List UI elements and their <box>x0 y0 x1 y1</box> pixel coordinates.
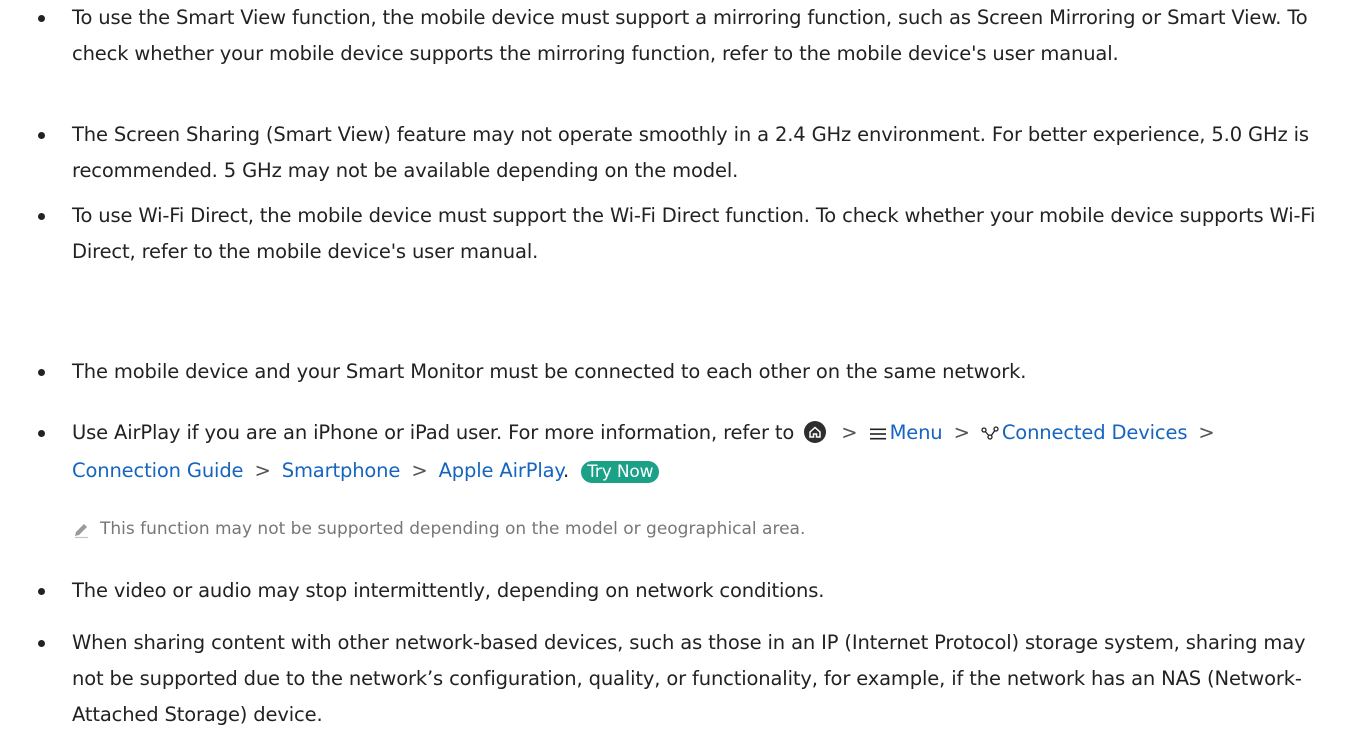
link-apple-airplay[interactable]: Apple AirPlay <box>439 459 564 482</box>
bullet-airplay: Use AirPlay if you are an iPhone or iPad… <box>38 415 1332 489</box>
try-now-button[interactable]: Try Now <box>581 461 660 483</box>
link-menu[interactable]: Menu <box>890 421 943 444</box>
bullet-video-audio-stop: The video or audio may stop intermittent… <box>38 573 1332 609</box>
link-connection-guide[interactable]: Connection Guide <box>72 459 244 482</box>
link-smartphone[interactable]: Smartphone <box>282 459 401 482</box>
document-page: To use the Smart View function, the mobi… <box>0 0 1349 749</box>
bullet-smart-view-mirroring: To use the Smart View function, the mobi… <box>38 0 1332 72</box>
pencil-icon <box>72 520 90 548</box>
menu-icon <box>869 417 887 453</box>
path-separator: > <box>1198 421 1215 444</box>
bullet-network-sharing: When sharing content with other network-… <box>38 625 1332 733</box>
home-icon <box>804 421 827 443</box>
path-separator: > <box>254 459 271 482</box>
note: This function may not be supported depen… <box>72 515 1272 543</box>
sentence-end: . <box>563 459 570 482</box>
path-separator: > <box>411 459 428 482</box>
note-text: This function may not be supported depen… <box>100 519 806 539</box>
bullet-same-network: The mobile device and your Smart Monitor… <box>38 354 1332 390</box>
path-separator: > <box>841 421 858 444</box>
link-connected-devices[interactable]: Connected Devices <box>1002 421 1188 444</box>
airplay-intro: Use AirPlay if you are an iPhone or iPad… <box>72 421 795 444</box>
connected-devices-icon <box>981 417 999 453</box>
bullet-2-4ghz: The Screen Sharing (Smart View) feature … <box>38 117 1332 189</box>
path-separator: > <box>953 421 970 444</box>
bullet-wifi-direct: To use Wi-Fi Direct, the mobile device m… <box>38 198 1332 270</box>
